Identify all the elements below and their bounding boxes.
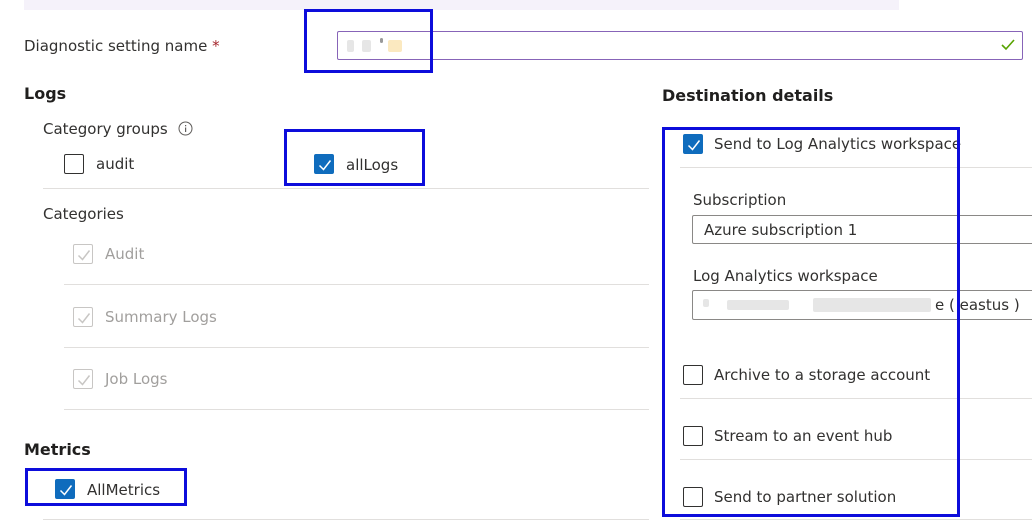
- metrics-section-title: Metrics: [24, 440, 91, 459]
- categories-label: Categories: [43, 205, 124, 223]
- divider: [64, 347, 649, 348]
- summary-logs-category-label: Summary Logs: [105, 308, 217, 326]
- logs-section-title: Logs: [24, 84, 67, 103]
- destination-details-title: Destination details: [662, 86, 834, 105]
- diagnostic-setting-name-input[interactable]: [337, 31, 1023, 60]
- category-groups-label: Category groups: [43, 119, 193, 138]
- diagnostic-setting-name-label: Diagnostic setting name *: [24, 37, 220, 55]
- divider: [64, 284, 649, 285]
- checkmark-icon: [77, 313, 91, 324]
- highlight-box-name-input: [304, 9, 433, 73]
- required-indicator: *: [212, 37, 220, 55]
- job-logs-category-label: Job Logs: [105, 370, 168, 388]
- checkmark-icon: [77, 375, 91, 386]
- info-icon[interactable]: [178, 121, 193, 136]
- checkmark-icon: [77, 250, 91, 261]
- highlight-box-alllogs: [284, 129, 425, 186]
- highlight-box-allmetrics: [25, 468, 187, 506]
- audit-group-checkbox[interactable]: [64, 154, 84, 174]
- name-label-text: Diagnostic setting name: [24, 37, 208, 55]
- category-groups-text: Category groups: [43, 120, 168, 138]
- divider: [43, 519, 649, 520]
- summary-logs-category-checkbox[interactable]: [73, 307, 93, 327]
- audit-category-label: Audit: [105, 245, 145, 263]
- divider: [43, 188, 649, 189]
- divider: [680, 519, 1032, 520]
- audit-category-checkbox[interactable]: [73, 244, 93, 264]
- top-banner-strip: [24, 0, 899, 10]
- highlight-box-destinations: [662, 127, 960, 517]
- divider: [64, 409, 649, 410]
- valid-check-icon: [1001, 39, 1015, 51]
- job-logs-category-checkbox[interactable]: [73, 369, 93, 389]
- audit-group-label: audit: [96, 155, 135, 173]
